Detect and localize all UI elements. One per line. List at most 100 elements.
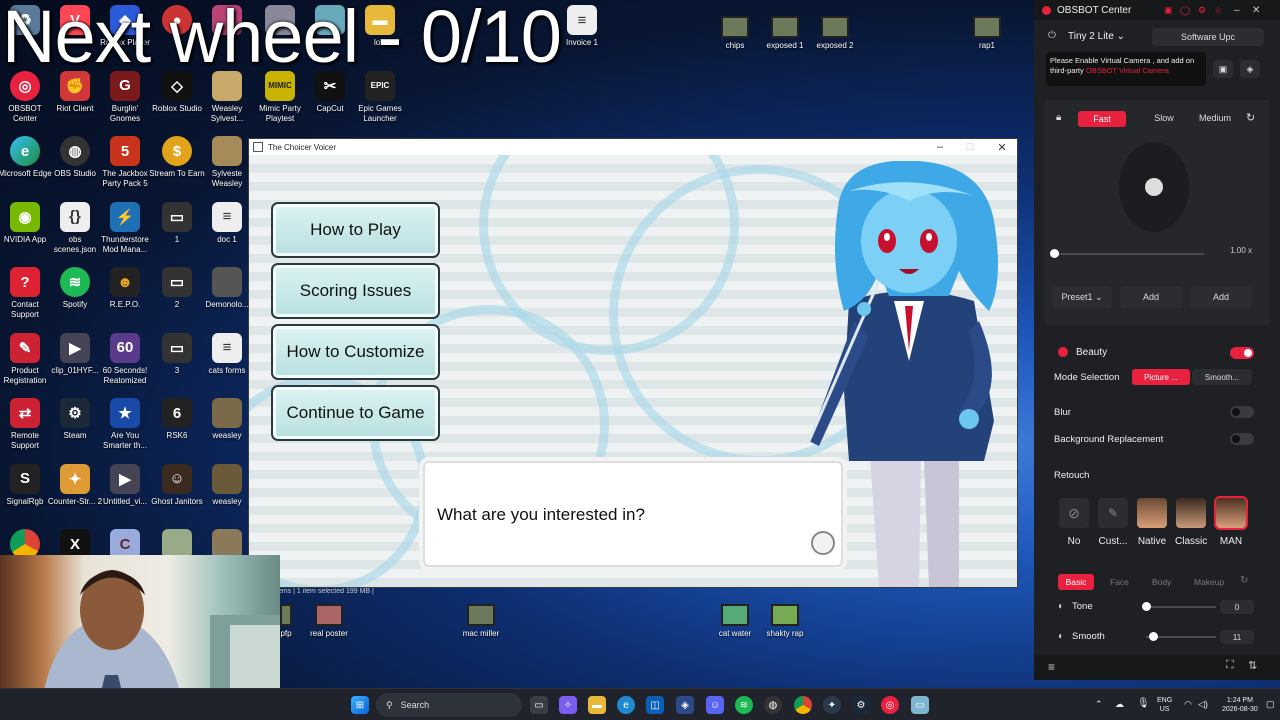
- notification-icon[interactable]: ▢: [1266, 699, 1275, 710]
- file-explorer-icon[interactable]: ▬: [588, 696, 606, 714]
- gimbal-joystick[interactable]: [1119, 142, 1189, 232]
- desktop-icon-stream-to-earn[interactable]: $ Stream To Earn: [149, 131, 205, 197]
- desktop-file-real-poster[interactable]: real poster: [299, 604, 359, 638]
- desktop-icon-doc-1[interactable]: ≡ doc 1: [202, 197, 252, 263]
- spotify-taskbar-icon[interactable]: ≋: [735, 696, 753, 714]
- mode-picture-button[interactable]: Picture ...: [1132, 369, 1190, 385]
- close-icon[interactable]: ✕: [987, 139, 1017, 155]
- desktop-file-exposed-2[interactable]: exposed 2: [805, 16, 865, 50]
- joystick-knob[interactable]: [1145, 178, 1163, 196]
- copilot-icon[interactable]: ✧: [559, 696, 577, 714]
- speed-medium-button[interactable]: Medium: [1190, 113, 1240, 123]
- desktop-icon-repo[interactable]: ☻ R.E.P.O.: [100, 262, 150, 328]
- tone-slider-track[interactable]: [1146, 606, 1216, 608]
- star-icon[interactable]: ☆: [1214, 5, 1222, 16]
- wifi-icon[interactable]: ◠: [1184, 699, 1192, 710]
- desktop-icon-cats-forms[interactable]: ≡ cats forms: [202, 328, 252, 394]
- desktop-icon-weasley-1[interactable]: weasley: [202, 393, 252, 459]
- desktop-file-mac-miller[interactable]: mac miller: [451, 604, 511, 638]
- reset-icon[interactable]: ↻: [1246, 111, 1255, 124]
- desktop-icon-edge[interactable]: e Microsoft Edge: [0, 131, 52, 197]
- continue-to-game-button[interactable]: Continue to Game: [271, 385, 440, 441]
- tone-slider-knob[interactable]: [1142, 602, 1151, 611]
- software-update-button[interactable]: Software Upc: [1152, 28, 1264, 46]
- menu-icon[interactable]: ≡: [1048, 660, 1055, 674]
- blur-toggle[interactable]: [1230, 406, 1254, 418]
- maximize-icon[interactable]: □: [955, 139, 985, 155]
- zoom-slider-track[interactable]: [1054, 253, 1204, 255]
- desktop-icon-cs2[interactable]: ✦ Counter-Str... 2: [48, 459, 102, 525]
- obs-taskbar-icon[interactable]: ◍: [764, 696, 782, 714]
- clock[interactable]: 1:24 PM 2026-08-30: [1222, 696, 1258, 714]
- edge-taskbar-icon[interactable]: e: [617, 696, 635, 714]
- snapshot-icon[interactable]: ▣: [1213, 60, 1233, 78]
- minimize-icon[interactable]: –: [925, 139, 955, 155]
- retouch-option-classic[interactable]: Classic: [1175, 498, 1207, 547]
- smooth-slider-knob[interactable]: [1149, 632, 1158, 641]
- steam-taskbar-icon[interactable]: ⚙: [852, 696, 870, 714]
- discord-icon[interactable]: ☺: [706, 696, 724, 714]
- desktop-icon-invoice[interactable]: ≡ Invoice 1: [557, 0, 607, 66]
- desktop-icon-thunderstore[interactable]: ⚡ Thunderstore Mod Mana...: [100, 197, 150, 263]
- desktop-icon-demonolo[interactable]: Demonolo...: [202, 262, 252, 328]
- retouch-option-no[interactable]: ⊘ No: [1058, 498, 1090, 547]
- background-replacement-toggle[interactable]: [1230, 433, 1254, 445]
- lock-icon[interactable]: 🔒︎: [1056, 112, 1061, 123]
- scoring-issues-button[interactable]: Scoring Issues: [271, 263, 440, 319]
- fullscreen-icon[interactable]: ⛶: [1226, 659, 1234, 672]
- retouch-option-man[interactable]: MAN: [1214, 496, 1248, 547]
- obsbot-titlebar[interactable]: OBSBOT Center ▣ ◯ ⚙ ☆ – ✕: [1034, 0, 1280, 20]
- desktop-icon-sylveste-weasley[interactable]: Sylveste Weasley: [202, 131, 252, 197]
- how-to-customize-button[interactable]: How to Customize: [271, 324, 440, 380]
- desktop-icon-weasley-2[interactable]: weasley: [202, 459, 252, 525]
- desktop-icon-signalrgb[interactable]: S SignalRgb: [0, 459, 50, 525]
- game-taskbar-icon[interactable]: ✦: [823, 696, 841, 714]
- app-icon[interactable]: ◈: [676, 696, 694, 714]
- desktop-icon-obs[interactable]: ◍ OBS Studio: [50, 131, 100, 197]
- device-selector[interactable]: Tiny 2 Lite ⌄: [1068, 31, 1125, 42]
- record-icon[interactable]: ◯: [1180, 5, 1190, 16]
- desktop-icon-smarter[interactable]: ★ Are You Smarter th...: [100, 393, 150, 459]
- tab-basic[interactable]: Basic: [1058, 574, 1094, 590]
- desktop-icon-file-3[interactable]: ▭ 3: [152, 328, 202, 394]
- desktop-icon-untitled[interactable]: ▶ Untitled_vi...: [100, 459, 150, 525]
- desktop-icon-product-registration[interactable]: ✎ Product Registration: [0, 328, 50, 394]
- smooth-value[interactable]: 11: [1220, 630, 1254, 644]
- retouch-option-custom[interactable]: ✎ Cust...: [1097, 498, 1129, 547]
- retouch-option-native[interactable]: Native: [1136, 498, 1168, 547]
- speed-fast-button[interactable]: Fast: [1078, 111, 1126, 127]
- desktop-icon-spotify[interactable]: ≋ Spotify: [50, 262, 100, 328]
- tab-reset-icon[interactable]: ↻: [1240, 575, 1248, 586]
- settings-icon[interactable]: ⚙: [1198, 5, 1206, 16]
- store-icon[interactable]: ◫: [646, 696, 664, 714]
- desktop-file-shakty-rap[interactable]: shakty rap: [755, 604, 815, 638]
- desktop-icon-file-2[interactable]: ▭ 2: [152, 262, 202, 328]
- desktop-icon-nvidia[interactable]: ◉ NVIDIA App: [0, 197, 50, 263]
- add-button[interactable]: Add: [1190, 286, 1252, 308]
- network-icon[interactable]: ☁: [1115, 699, 1124, 710]
- mic-icon[interactable]: 🎙︎: [1137, 698, 1150, 709]
- tray-overflow-icon[interactable]: ⌃: [1095, 699, 1103, 710]
- desktop-icon-jackbox[interactable]: 5 The Jackbox Party Pack 5: [100, 131, 150, 197]
- taskbar-search[interactable]: ⚲ Search: [376, 693, 522, 717]
- start-windows-icon[interactable]: ⊞: [351, 696, 369, 714]
- tab-makeup[interactable]: Makeup: [1194, 577, 1224, 587]
- speed-slow-button[interactable]: Slow: [1139, 113, 1189, 123]
- desktop-icon-contact-support[interactable]: ? Contact Support: [0, 262, 50, 328]
- beauty-toggle[interactable]: [1230, 347, 1254, 359]
- choicer-taskbar-icon[interactable]: ▭: [911, 696, 929, 714]
- desktop-icon-ghost-janitors[interactable]: ☺ Ghost Janitors: [151, 459, 203, 525]
- desktop-icon-file-1[interactable]: ▭ 1: [152, 197, 202, 263]
- obsbot-taskbar-icon[interactable]: ◎: [881, 696, 899, 714]
- camera-settings-icon[interactable]: ◈: [1240, 60, 1260, 78]
- mode-smooth-button[interactable]: Smooth...: [1192, 369, 1252, 385]
- desktop-file-rap1[interactable]: rap1: [957, 16, 1017, 50]
- minimize-icon[interactable]: –: [1234, 5, 1240, 16]
- pin-icon[interactable]: ▣: [1164, 5, 1173, 16]
- desktop-icon-60-seconds[interactable]: 60 60 Seconds! Reatomized: [100, 328, 150, 394]
- zoom-slider-knob[interactable]: [1050, 249, 1059, 258]
- task-view-icon[interactable]: ▭: [530, 696, 548, 714]
- desktop-icon-remote-support[interactable]: ⇄ Remote Support: [0, 393, 50, 459]
- language-indicator[interactable]: ENG US: [1157, 696, 1172, 714]
- device-power-icon[interactable]: ⏻: [1048, 30, 1056, 41]
